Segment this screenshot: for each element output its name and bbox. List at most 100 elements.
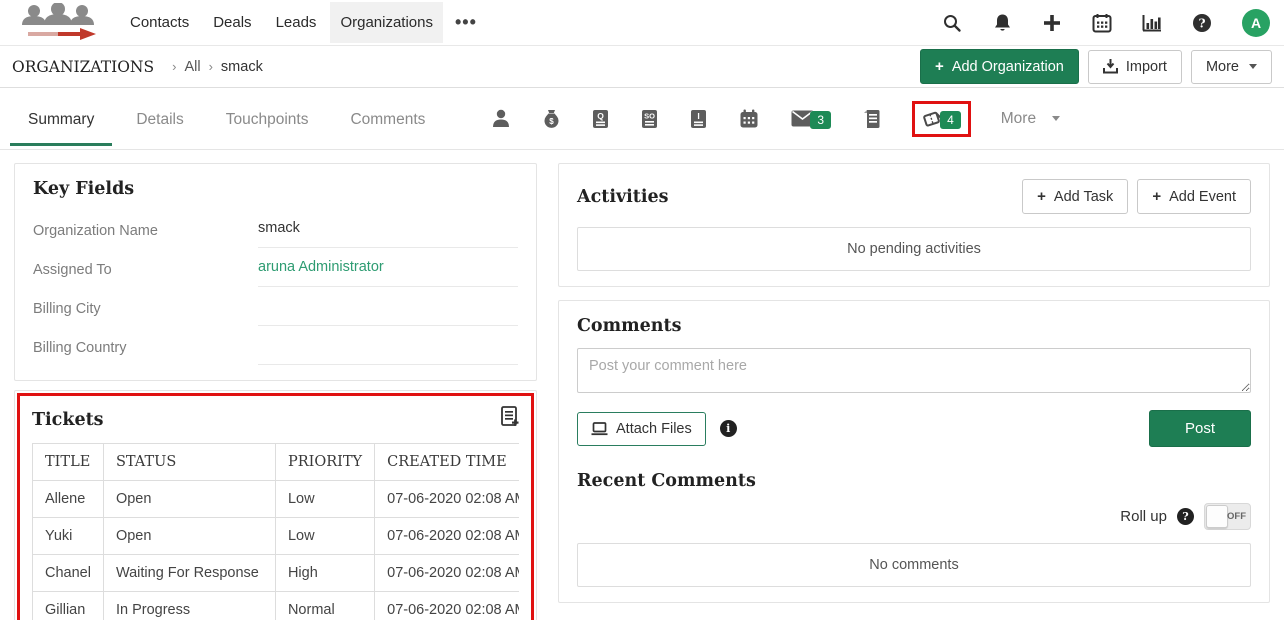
activities-panel: Activities + Add Task + Add Event No pen…	[558, 163, 1270, 287]
plus-icon: +	[935, 58, 944, 75]
tab-comments[interactable]: Comments	[346, 92, 429, 146]
nav-item-leads[interactable]: Leads	[266, 2, 327, 43]
import-button[interactable]: Import	[1088, 50, 1182, 84]
tab-quotes-icon[interactable]: Q	[592, 109, 609, 129]
caret-down-icon	[1249, 64, 1257, 69]
tab-tickets-icon[interactable]: 4	[922, 109, 961, 129]
calendar-icon[interactable]	[1092, 13, 1112, 33]
svg-text:$: $	[550, 117, 555, 126]
add-task-button[interactable]: + Add Task	[1022, 179, 1128, 214]
field-label: Assigned To	[33, 262, 258, 287]
field-label: Billing Country	[33, 340, 258, 365]
chevron-right-icon: ›	[172, 59, 176, 74]
comments-title: Comments	[577, 316, 1251, 336]
field-value-organization-name[interactable]: smack	[258, 220, 518, 248]
field-organization-name: Organization Name smack	[33, 209, 518, 248]
tickets-highlight-box: Tickets TITLE STATUS PRIORITY CREATED TI…	[17, 393, 534, 620]
caret-down-icon	[1052, 116, 1060, 121]
plus-icon: +	[1152, 188, 1161, 205]
no-comments-message: No comments	[577, 543, 1251, 587]
nav-item-deals[interactable]: Deals	[203, 2, 261, 43]
svg-text:Q: Q	[598, 111, 605, 121]
reports-chart-icon[interactable]	[1142, 13, 1162, 33]
svg-text:I: I	[698, 111, 700, 121]
more-actions-button[interactable]: More	[1191, 50, 1272, 84]
computer-icon	[591, 422, 608, 436]
notifications-bell-icon[interactable]	[992, 13, 1012, 33]
breadcrumb-bar: ORGANIZATIONS › All › smack + Add Organi…	[0, 46, 1284, 88]
comments-panel: Comments Attach Files i Post Recent Comm…	[558, 300, 1270, 603]
add-event-button[interactable]: + Add Event	[1137, 179, 1251, 214]
col-title: TITLE	[33, 444, 104, 481]
nav-item-organizations[interactable]: Organizations	[330, 2, 443, 43]
add-ticket-icon[interactable]	[500, 406, 519, 433]
field-value-billing-country[interactable]	[258, 337, 518, 365]
tickets-tab-highlight-box: 4	[912, 101, 971, 137]
tickets-panel: Tickets TITLE STATUS PRIORITY CREATED TI…	[14, 390, 537, 620]
nav-more-icon[interactable]: •••	[447, 12, 485, 33]
help-icon[interactable]: ?	[1192, 13, 1212, 33]
tab-emails-icon[interactable]: 3	[791, 110, 831, 128]
breadcrumb-record-name: smack	[221, 59, 263, 75]
tickets-title: Tickets	[32, 410, 104, 430]
record-tab-bar: Summary Details Touchpoints Comments $ Q…	[0, 88, 1284, 150]
tab-invoice-icon[interactable]: I	[690, 109, 707, 129]
field-label: Billing City	[33, 301, 258, 326]
svg-text:?: ?	[1198, 16, 1205, 30]
recent-comments-title: Recent Comments	[577, 471, 1251, 491]
user-avatar[interactable]: A	[1242, 9, 1270, 37]
tickets-table: TITLE STATUS PRIORITY CREATED TIME Allen…	[32, 443, 519, 620]
key-fields-title: Key Fields	[33, 179, 518, 199]
quick-create-plus-icon[interactable]	[1042, 13, 1062, 33]
ticket-row[interactable]: AlleneOpen Low07-06-2020 02:08 AM	[33, 481, 520, 518]
plus-icon: +	[1037, 188, 1046, 205]
col-created-time: CREATED TIME	[375, 444, 519, 481]
tickets-header-row: TITLE STATUS PRIORITY CREATED TIME	[33, 444, 520, 481]
nav-item-contacts[interactable]: Contacts	[120, 2, 199, 43]
tab-documents-icon[interactable]	[863, 109, 880, 129]
activities-title: Activities	[577, 187, 669, 207]
post-comment-button[interactable]: Post	[1149, 410, 1251, 447]
tab-touchpoints[interactable]: Touchpoints	[222, 92, 313, 146]
import-download-icon	[1103, 59, 1118, 74]
field-billing-country: Billing Country	[33, 326, 518, 365]
no-pending-activities-message: No pending activities	[577, 227, 1251, 271]
main-nav: Contacts Deals Leads Organizations •••	[120, 2, 485, 43]
field-billing-city: Billing City	[33, 287, 518, 326]
toggle-state-label: OFF	[1227, 511, 1246, 522]
rollup-label: Roll up	[1120, 508, 1167, 525]
tab-sales-order-icon[interactable]: SO	[641, 109, 658, 129]
people-logo-icon	[14, 3, 106, 43]
tab-deals-icon[interactable]: $	[543, 109, 560, 129]
search-icon[interactable]	[942, 13, 962, 33]
tab-summary[interactable]: Summary	[24, 92, 98, 146]
chevron-right-icon: ›	[209, 59, 213, 74]
attach-files-button[interactable]: Attach Files	[577, 412, 706, 446]
tickets-table-wrap: TITLE STATUS PRIORITY CREATED TIME Allen…	[32, 443, 519, 620]
tab-details[interactable]: Details	[132, 92, 187, 146]
info-icon[interactable]: i	[720, 420, 737, 437]
comment-input[interactable]	[577, 348, 1251, 393]
key-fields-panel: Key Fields Organization Name smack Assig…	[14, 163, 537, 381]
field-value-assigned-to[interactable]: aruna Administrator	[258, 259, 518, 287]
ticket-row[interactable]: GillianIn Progress Normal07-06-2020 02:0…	[33, 592, 520, 620]
emails-count-badge: 3	[810, 111, 831, 129]
app-logo[interactable]	[14, 3, 106, 43]
rollup-toggle[interactable]: OFF	[1204, 503, 1251, 530]
add-organization-button[interactable]: + Add Organization	[920, 49, 1079, 84]
tab-contacts-icon[interactable]	[491, 109, 511, 128]
field-value-billing-city[interactable]	[258, 298, 518, 326]
toggle-knob	[1206, 505, 1228, 528]
ticket-row[interactable]: ChanelWaiting For Response High07-06-202…	[33, 555, 520, 592]
rollup-help-icon[interactable]: ?	[1177, 508, 1194, 525]
breadcrumb-module: ORGANIZATIONS	[12, 58, 154, 76]
col-priority: PRIORITY	[275, 444, 374, 481]
ticket-row[interactable]: YukiOpen Low07-06-2020 02:08 AM	[33, 518, 520, 555]
col-status: STATUS	[103, 444, 275, 481]
field-assigned-to: Assigned To aruna Administrator	[33, 248, 518, 287]
tab-calendar-icon[interactable]	[739, 109, 759, 129]
tab-more-dropdown[interactable]: More	[1001, 110, 1060, 128]
field-label: Organization Name	[33, 223, 258, 248]
top-navbar: Contacts Deals Leads Organizations ••• ?…	[0, 0, 1284, 46]
breadcrumb-list-link[interactable]: All	[184, 59, 200, 75]
